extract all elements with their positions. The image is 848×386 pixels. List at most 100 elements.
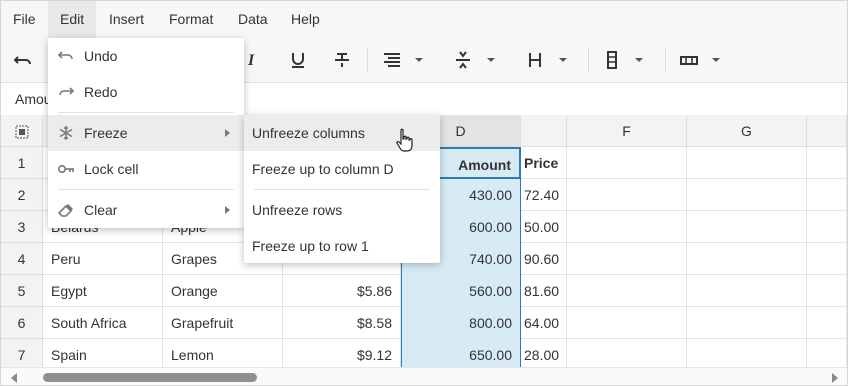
menu-edit[interactable]: Edit — [48, 1, 97, 38]
row-header-3[interactable]: 3 — [1, 211, 43, 243]
align-caret-icon[interactable] — [414, 54, 424, 66]
cell-h2[interactable] — [807, 179, 847, 211]
cell-c6[interactable]: $8.58 — [283, 307, 401, 339]
cell-h3[interactable] — [807, 211, 847, 243]
cell-b5[interactable]: Orange — [163, 275, 283, 307]
select-all-icon[interactable] — [1, 115, 43, 147]
svg-text:I: I — [247, 52, 255, 69]
menu-lock-cell-label: Lock cell — [84, 161, 139, 177]
menu-freeze-label: Freeze — [84, 125, 128, 141]
eraser-icon — [57, 201, 75, 219]
row-header-4[interactable]: 4 — [1, 243, 43, 275]
cell-f1[interactable] — [567, 147, 687, 179]
submenu-arrow-icon — [225, 206, 230, 214]
hand-cursor-icon — [396, 128, 413, 152]
cell-g4[interactable] — [687, 243, 807, 275]
menu-redo-label: Redo — [84, 84, 118, 100]
submenu-arrow-icon — [225, 129, 230, 137]
undo-icon[interactable] — [9, 46, 37, 74]
menu-freeze[interactable]: Freeze — [48, 115, 244, 151]
toolbar-separator — [367, 48, 368, 72]
cell-e6[interactable]: 64.00 — [521, 307, 567, 339]
menu-unfreeze-rows-label: Unfreeze rows — [252, 202, 343, 218]
menu-redo[interactable]: Redo — [48, 74, 244, 110]
menu-freeze-up-to-column[interactable]: Freeze up to column D — [244, 151, 440, 187]
cell-g1[interactable] — [687, 147, 807, 179]
cell-d6[interactable]: 800.00 — [401, 307, 521, 339]
merge-caret-icon[interactable] — [711, 54, 721, 66]
redo-icon — [57, 83, 75, 101]
snowflake-icon — [57, 124, 75, 142]
column-icon[interactable] — [598, 46, 626, 74]
cell-f2[interactable] — [567, 179, 687, 211]
cell-a6[interactable]: South Africa — [43, 307, 163, 339]
menu-freeze-up-to-row[interactable]: Freeze up to row 1 — [244, 228, 440, 264]
cell-e3[interactable]: 50.00 — [521, 211, 567, 243]
row-header-2[interactable]: 2 — [1, 179, 43, 211]
cell-g5[interactable] — [687, 275, 807, 307]
cell-a4[interactable]: Peru — [43, 243, 163, 275]
menu-undo-label: Undo — [84, 48, 118, 64]
cell-h5[interactable] — [807, 275, 847, 307]
cell-b6[interactable]: Grapefruit — [163, 307, 283, 339]
row-header-1[interactable]: 1 — [1, 147, 43, 179]
edit-menu: Undo Redo Freeze Lock cell Clear — [48, 38, 244, 228]
toolbar-separator — [665, 48, 666, 72]
cell-f4[interactable] — [567, 243, 687, 275]
horizontal-scrollbar[interactable] — [1, 367, 847, 385]
menu-lock-cell[interactable]: Lock cell — [48, 151, 244, 187]
column-header-g[interactable]: G — [687, 115, 807, 147]
selection-border-right — [520, 179, 521, 367]
scrollbar-thumb[interactable] — [43, 373, 257, 382]
strikethrough-icon[interactable] — [328, 46, 356, 74]
vertical-align-icon[interactable] — [449, 46, 477, 74]
menu-file[interactable]: File — [1, 1, 48, 38]
cell-g6[interactable] — [687, 307, 807, 339]
text-wrap-caret-icon[interactable] — [558, 54, 568, 66]
menu-clear-label: Clear — [84, 202, 118, 218]
cell-g3[interactable] — [687, 211, 807, 243]
cell-e4[interactable]: 90.60 — [521, 243, 567, 275]
menu-help[interactable]: Help — [279, 1, 332, 38]
cell-d5[interactable]: 560.00 — [401, 275, 521, 307]
underline-icon[interactable] — [284, 46, 312, 74]
cell-e1[interactable]: Price — [521, 147, 567, 179]
menu-unfreeze-rows[interactable]: Unfreeze rows — [244, 192, 440, 228]
cell-c5[interactable]: $5.86 — [283, 275, 401, 307]
spreadsheet-window: File Edit Insert Format Data Help I Amou… — [0, 0, 848, 386]
key-icon — [57, 160, 75, 178]
column-caret-icon[interactable] — [634, 54, 644, 66]
cell-f3[interactable] — [567, 211, 687, 243]
cell-h6[interactable] — [807, 307, 847, 339]
menu-freeze-up-to-row-label: Freeze up to row 1 — [252, 238, 369, 254]
undo-icon — [57, 47, 75, 65]
scroll-right-icon[interactable] — [832, 373, 838, 383]
toolbar-separator — [588, 48, 589, 72]
cell-e5[interactable]: 81.60 — [521, 275, 567, 307]
cell-e2[interactable]: 72.40 — [521, 179, 567, 211]
menu-clear[interactable]: Clear — [48, 192, 244, 228]
column-header-h[interactable] — [807, 115, 847, 147]
cell-f6[interactable] — [567, 307, 687, 339]
scroll-left-icon[interactable] — [11, 373, 17, 383]
row-header-6[interactable]: 6 — [1, 307, 43, 339]
menu-bar: File Edit Insert Format Data Help — [1, 1, 847, 38]
cell-h4[interactable] — [807, 243, 847, 275]
cell-h1[interactable] — [807, 147, 847, 179]
align-icon[interactable] — [378, 46, 406, 74]
cell-f5[interactable] — [567, 275, 687, 307]
column-header-f[interactable]: F — [567, 115, 687, 147]
menu-data[interactable]: Data — [226, 1, 280, 38]
menu-separator — [58, 189, 234, 190]
menu-separator — [254, 189, 430, 190]
menu-undo[interactable]: Undo — [48, 38, 244, 74]
menu-insert[interactable]: Insert — [97, 1, 156, 38]
text-wrap-icon[interactable] — [521, 46, 549, 74]
cell-a5[interactable]: Egypt — [43, 275, 163, 307]
merge-icon[interactable] — [675, 46, 703, 74]
vertical-align-caret-icon[interactable] — [486, 54, 496, 66]
cell-g2[interactable] — [687, 179, 807, 211]
menu-format[interactable]: Format — [157, 1, 225, 38]
column-header-e[interactable] — [521, 115, 567, 147]
row-header-5[interactable]: 5 — [1, 275, 43, 307]
